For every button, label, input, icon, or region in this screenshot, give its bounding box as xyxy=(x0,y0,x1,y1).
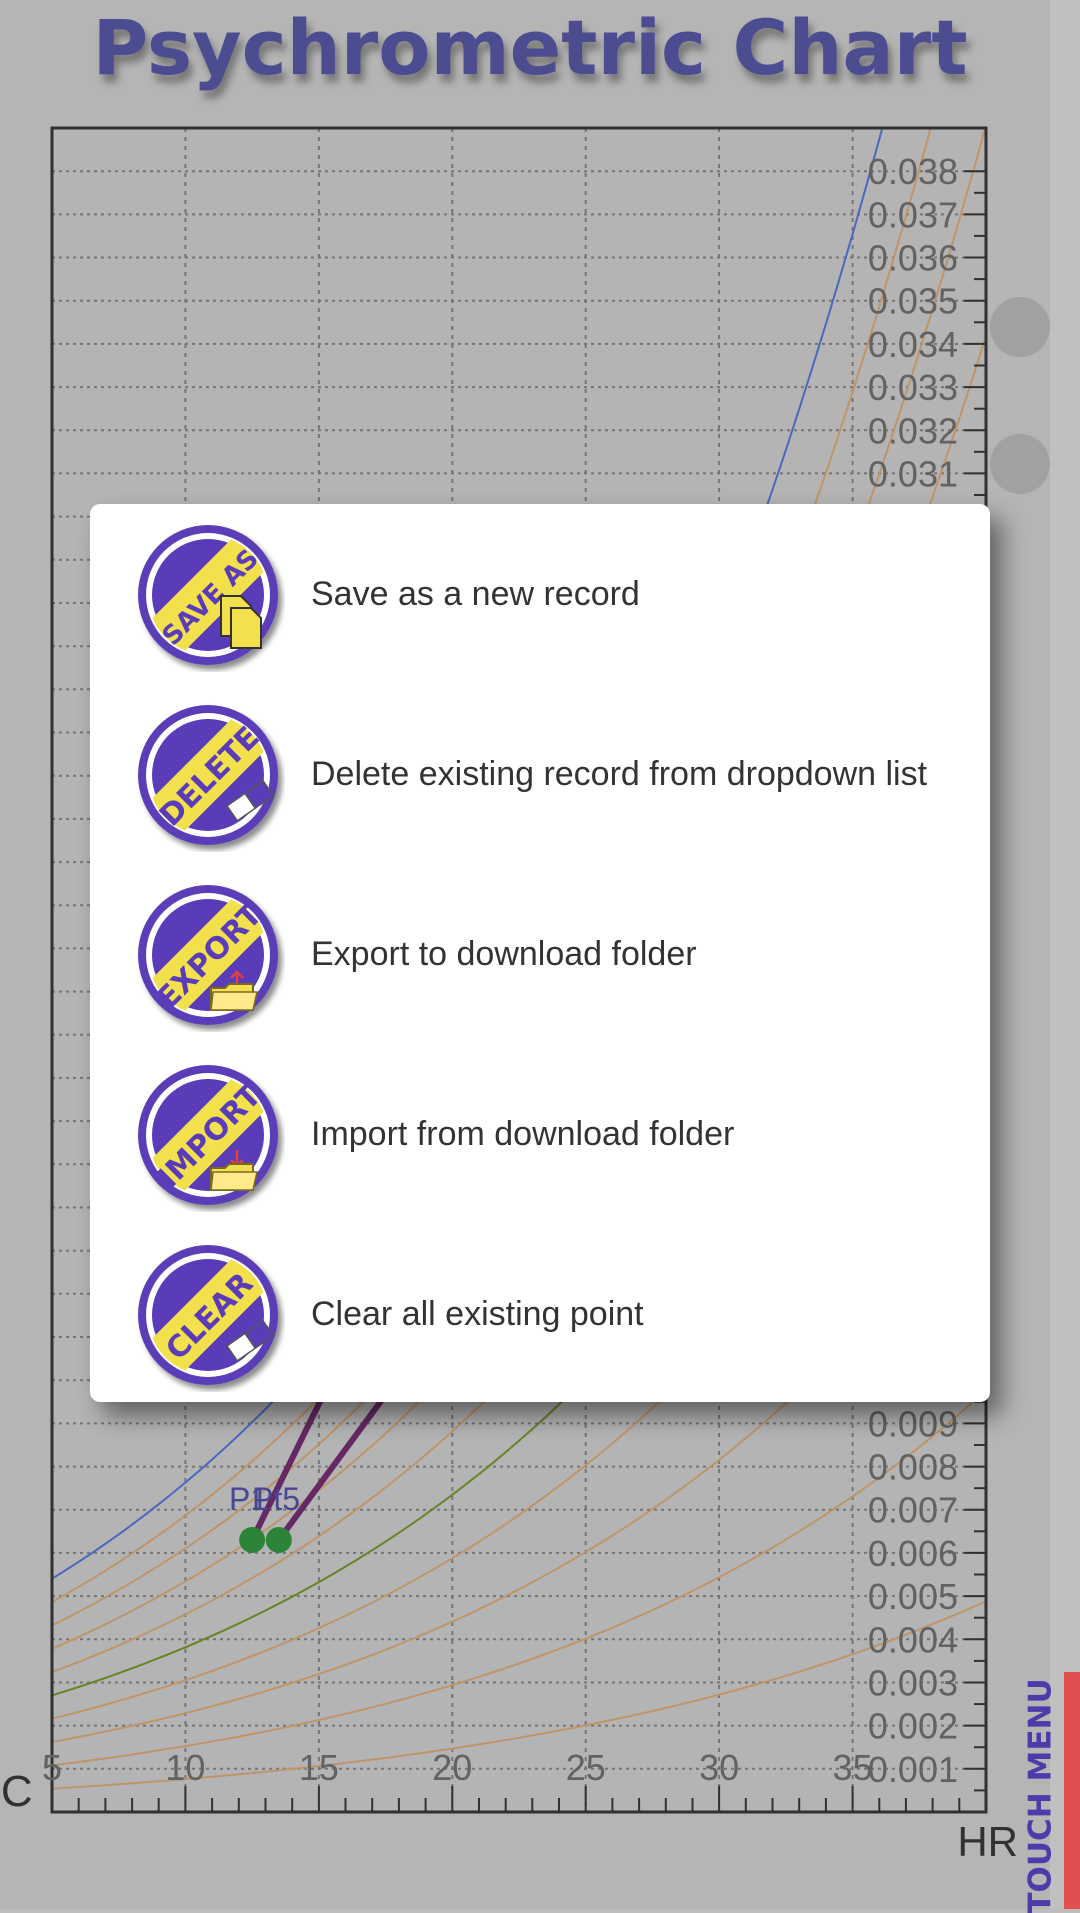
menu-item-label: Save as a new record xyxy=(311,574,640,613)
menu-item-label: Clear all existing point xyxy=(311,1294,644,1333)
menu-item-label: Export to download folder xyxy=(311,934,697,973)
menu-item-label: Delete existing record from dropdown lis… xyxy=(311,754,928,793)
record-menu-dialog: SAVE AS Save as a new record DELETE Delete … xyxy=(90,504,990,1402)
delete-badge-icon[interactable]: DELETE xyxy=(135,702,285,852)
menu-item-delete[interactable]: DELETE Delete existing record from dropdo… xyxy=(90,684,990,864)
import-badge-icon[interactable]: IMPORT xyxy=(135,1062,285,1212)
menu-item-import[interactable]: IMPORT Import from download folder xyxy=(90,1044,990,1224)
menu-item-label: Import from download folder xyxy=(311,1114,735,1153)
menu-item-clear[interactable]: CLEAR Clear all existing point xyxy=(90,1224,990,1404)
clear-badge-icon[interactable]: CLEAR xyxy=(135,1242,285,1392)
touch-menu-button[interactable]: TOUCH MENU xyxy=(1011,1678,1071,1913)
menu-item-export[interactable]: EXPORT Export to download folder xyxy=(90,864,990,1044)
save-as-badge-icon[interactable]: SAVE AS xyxy=(135,522,285,672)
menu-item-save-as[interactable]: SAVE AS Save as a new record xyxy=(90,504,990,684)
touch-menu-label: TOUCH MENU xyxy=(1023,1677,1059,1913)
export-badge-icon[interactable]: EXPORT xyxy=(135,882,285,1032)
